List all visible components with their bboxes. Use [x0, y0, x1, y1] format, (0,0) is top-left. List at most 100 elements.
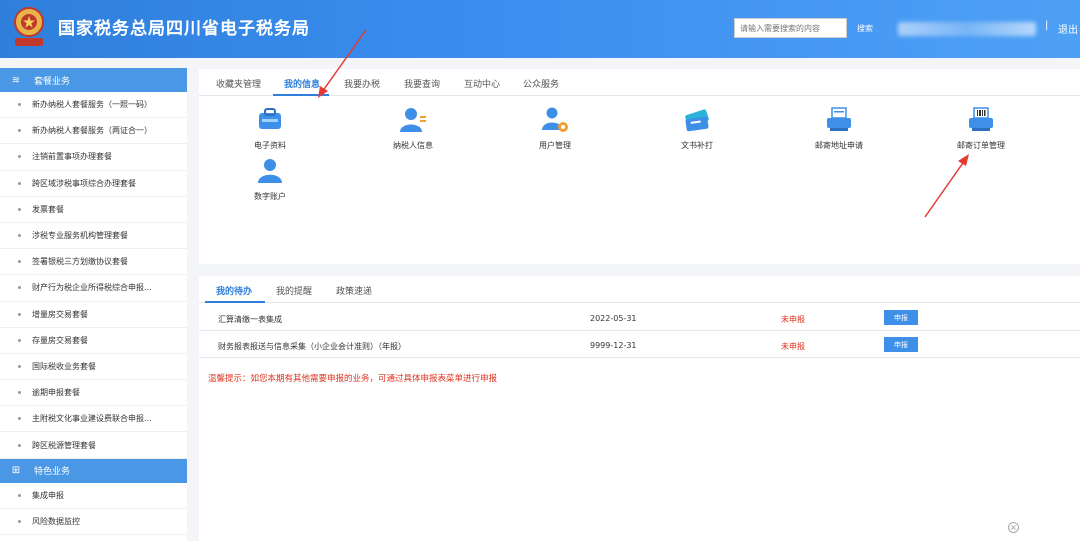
tab-policy-express[interactable]: 政策速递 [336, 284, 372, 297]
sidebar-group-label: 特色业务 [34, 467, 71, 478]
sidebar-item[interactable]: 集成申报 [0, 483, 187, 509]
tile-electronic-docs[interactable]: 电子资料 [230, 104, 310, 151]
sidebar-item-label: 跨区税源管理套餐 [32, 440, 96, 450]
main-tabs: 收藏夹管理 我的信息 我要办税 我要查询 互动中心 公众服务 [199, 69, 1080, 96]
status-badge: 未申报 [781, 315, 805, 324]
grid-icon: ⊞ [11, 465, 21, 477]
sidebar-item[interactable]: 注销前置事项办理套餐 [0, 144, 187, 171]
tab-interaction[interactable]: 互动中心 [464, 77, 500, 90]
tile-label: 邮寄地址申请 [815, 141, 863, 150]
my-info-panel: 收藏夹管理 我的信息 我要办税 我要查询 互动中心 公众服务 电子资料 纳税人信… [199, 69, 1080, 264]
user-info-blurred [898, 22, 1036, 36]
tile-label: 电子资料 [254, 141, 286, 150]
tab-tax-handling[interactable]: 我要办税 [344, 77, 380, 90]
tile-mail-order-management[interactable]: 邮寄订单管理 [941, 104, 1021, 151]
todo-item-date: 9999-12-31 [590, 341, 637, 350]
tab-favorites[interactable]: 收藏夹管理 [216, 77, 261, 90]
sidebar-item[interactable]: 新办纳税人套餐服务（一照一码） [0, 92, 187, 119]
sidebar-item[interactable]: 存量房交易套餐 [0, 328, 187, 354]
tab-my-info[interactable]: 我的信息 [284, 77, 320, 90]
user-card-icon [373, 104, 453, 136]
sidebar-item-label: 财产行为税企业所得税综合申报... [32, 283, 152, 293]
sidebar-item[interactable]: 新办纳税人套餐服务（两证合一） [0, 118, 187, 145]
status-badge: 未申报 [781, 342, 805, 351]
tile-label: 邮寄订单管理 [957, 141, 1005, 150]
bullet-icon [18, 103, 21, 107]
sidebar-group-featured[interactable]: ⊞ 特色业务 [0, 458, 187, 483]
sidebar-item[interactable]: 发票套餐 [0, 197, 187, 223]
bullet-icon [18, 391, 21, 395]
tile-document-reprint[interactable]: 文书补打 [657, 104, 737, 151]
sidebar-item[interactable]: 逾期申报套餐 [0, 380, 187, 407]
sidebar-item-label: 新办纳税人套餐服务（一照一码） [32, 100, 152, 110]
declare-button[interactable]: 申报 [884, 337, 918, 352]
todo-item-name: 财务报表报送与信息采集（小企业会计准则）（年报） [218, 342, 406, 351]
todo-item-date: 2022-05-31 [590, 314, 637, 323]
todo-tabs: 我的待办 我的提醒 政策速递 [199, 276, 1080, 303]
sidebar-item-label: 新办纳税人套餐服务（两证合一） [32, 126, 152, 136]
sidebar-item[interactable]: 签署银税三方划缴协议套餐 [0, 249, 187, 276]
top-header: 国家税务总局四川省电子税务局 搜索 | 退出 [0, 0, 1080, 58]
sidebar-item-label: 注销前置事项办理套餐 [32, 152, 112, 162]
bullet-icon [18, 312, 21, 316]
sidebar-item-label: 涉税专业服务机构管理套餐 [32, 231, 128, 241]
tab-my-reminders[interactable]: 我的提醒 [276, 284, 312, 297]
sidebar: ≋ 套餐业务 新办纳税人套餐服务（一照一码） 新办纳税人套餐服务（两证合一） 注… [0, 68, 187, 541]
sidebar-item[interactable]: 涉税专业服务机构管理套餐 [0, 223, 187, 250]
sidebar-item[interactable]: 国际税收业务套餐 [0, 354, 187, 381]
tile-mailing-address[interactable]: 邮寄地址申请 [799, 104, 879, 151]
briefcase-icon [230, 104, 310, 136]
warm-tip: 温馨提示：如您本期有其他需要申报的业务，可通过具体申报表菜单进行申报 [208, 374, 498, 384]
logout-link[interactable]: 退出 [1058, 21, 1078, 36]
sidebar-item-label: 发票套餐 [32, 204, 64, 214]
active-tab-underline [273, 94, 329, 96]
declare-button[interactable]: 申报 [884, 310, 918, 325]
bullet-icon [18, 338, 21, 342]
sidebar-item[interactable]: 跨区域涉税事项综合办理套餐 [0, 171, 187, 197]
bullet-icon [18, 234, 21, 238]
bullet-icon [18, 443, 21, 447]
site-title: 国家税务总局四川省电子税务局 [58, 19, 310, 39]
search-button[interactable]: 搜索 [850, 18, 880, 38]
todo-item-name: 汇算清缴一表集成 [218, 315, 282, 324]
tab-my-todo[interactable]: 我的待办 [216, 284, 252, 297]
bullet-icon [18, 286, 21, 290]
tile-label: 文书补打 [681, 141, 713, 150]
sidebar-item[interactable]: 风险数据监控 [0, 509, 187, 535]
tab-public-service[interactable]: 公众服务 [523, 77, 559, 90]
active-tab-underline [205, 301, 265, 303]
tile-label: 用户管理 [539, 141, 571, 150]
bullet-icon [18, 364, 21, 368]
header-separator: | [1045, 20, 1049, 31]
layers-icon: ≋ [11, 74, 21, 86]
sidebar-item-label: 逾期申报套餐 [32, 388, 80, 398]
bullet-icon [18, 207, 21, 211]
barcode-printer-icon [941, 104, 1021, 136]
bullet-icon [18, 260, 21, 264]
search-input[interactable] [734, 18, 847, 38]
bullet-icon [18, 129, 21, 133]
sidebar-item[interactable]: 增量房交易套餐 [0, 302, 187, 328]
todo-panel: 我的待办 我的提醒 政策速递 汇算清缴一表集成 2022-05-31 未申报 申… [199, 276, 1080, 541]
sidebar-item[interactable]: 主附税文化事业建设费联合申报... [0, 406, 187, 433]
printer-icon [799, 104, 879, 136]
table-row: 汇算清缴一表集成 2022-05-31 未申报 申报 [199, 305, 1080, 331]
sidebar-item[interactable]: 财产行为税企业所得税综合申报... [0, 275, 187, 302]
tile-taxpayer-info[interactable]: 纳税人信息 [373, 104, 453, 151]
sidebar-group-label: 套餐业务 [34, 76, 71, 87]
sidebar-item-label: 增量房交易套餐 [32, 309, 88, 319]
bullet-icon [18, 181, 21, 185]
user-icon [230, 155, 310, 187]
tax-emblem-icon [14, 7, 44, 46]
tile-user-management[interactable]: 用户管理 [515, 104, 595, 151]
tab-query[interactable]: 我要查询 [404, 77, 440, 90]
tile-label: 纳税人信息 [393, 141, 433, 150]
user-gear-icon [515, 104, 595, 136]
tile-digital-account[interactable]: 数字账户 [230, 155, 310, 202]
sidebar-item[interactable]: 跨区税源管理套餐 [0, 432, 187, 459]
sidebar-group-package[interactable]: ≋ 套餐业务 [0, 68, 187, 92]
table-row: 财务报表报送与信息采集（小企业会计准则）（年报） 9999-12-31 未申报 … [199, 332, 1080, 358]
sidebar-item-label: 国际税收业务套餐 [32, 361, 96, 371]
sidebar-item-label: 集成申报 [32, 490, 64, 500]
close-icon[interactable]: × [1008, 522, 1019, 533]
